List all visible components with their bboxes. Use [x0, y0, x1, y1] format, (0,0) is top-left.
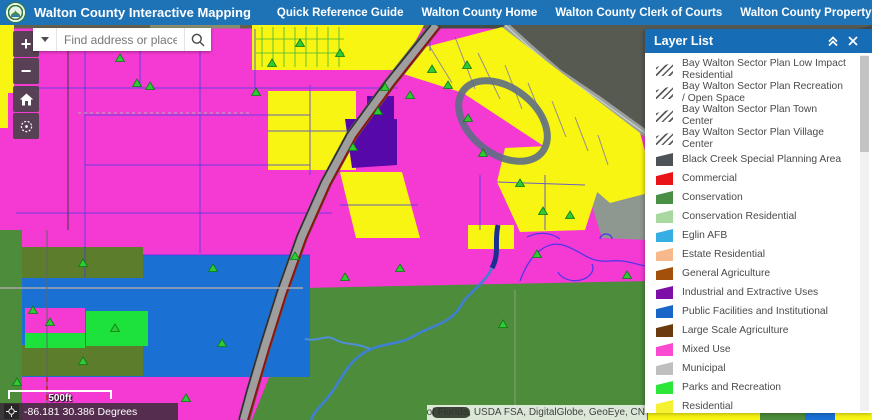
layer-list-item-label: Eglin AFB: [682, 230, 727, 242]
color-swatch-icon: [656, 400, 673, 413]
layer-list-item: Industrial and Extractive Uses: [656, 283, 848, 302]
color-swatch-icon: [656, 248, 673, 261]
search-submit-button[interactable]: [184, 28, 211, 51]
attribution-bar: State of Florida, USDA FSA, DigitalGlobe…: [427, 405, 647, 420]
layer-list-item-label: Public Facilities and Institutional: [682, 306, 828, 318]
hatch-swatch-icon: [656, 132, 673, 145]
color-swatch-icon: [656, 229, 673, 242]
layer-list-item-label: Bay Walton Sector Plan Village Center: [682, 127, 848, 150]
close-icon: [848, 36, 858, 46]
scale-bar: 500ft: [8, 390, 112, 399]
seal-icon: [8, 5, 23, 20]
color-swatch-icon: [656, 305, 673, 318]
layer-list-item: Commercial: [656, 169, 848, 188]
dropdown-caret-icon: [41, 37, 49, 42]
layer-list-item-label: Black Creek Special Planning Area: [682, 154, 841, 166]
layer-list-header: Layer List: [645, 29, 872, 53]
collapse-double-chevron-icon: [827, 36, 839, 47]
scrollbar-thumb[interactable]: [860, 56, 869, 152]
close-panel-button[interactable]: [843, 36, 863, 46]
app-header: Walton County Interactive Mapping Quick …: [0, 0, 872, 25]
layer-list-item: Bay Walton Sector Plan Low Impact Reside…: [656, 58, 848, 81]
layer-list-item-label: Residential: [682, 401, 733, 413]
layer-list-item-label: Bay Walton Sector Plan Low Impact Reside…: [682, 58, 848, 81]
layer-list-item-label: Mixed Use: [682, 344, 731, 356]
header-link-1[interactable]: Walton County Home: [421, 7, 537, 19]
color-swatch-icon: [656, 324, 673, 337]
magnifier-icon: [190, 32, 206, 48]
search-input[interactable]: [57, 28, 184, 51]
layer-list-item: Bay Walton Sector Plan Recreation / Open…: [656, 81, 848, 104]
layer-list-item-label: Conservation Residential: [682, 211, 796, 223]
search-source-dropdown[interactable]: [33, 28, 57, 51]
layer-list-item: Large Scale Agriculture: [656, 321, 848, 340]
layer-list-title: Layer List: [654, 34, 713, 48]
header-link-2[interactable]: Walton County Clerk of Courts: [555, 7, 722, 19]
header-link-0[interactable]: Quick Reference Guide: [277, 7, 404, 19]
layer-list: Bay Walton Sector Plan Low Impact Reside…: [645, 53, 872, 413]
zoom-out-button[interactable]: −: [13, 58, 39, 84]
attribution-badge: [432, 407, 470, 418]
layer-list-item: Public Facilities and Institutional: [656, 302, 848, 321]
search-box: [33, 28, 211, 51]
layer-list-item: Municipal: [656, 359, 848, 378]
layer-list-item-label: Bay Walton Sector Plan Recreation / Open…: [682, 81, 848, 104]
layer-list-item-label: Large Scale Agriculture: [682, 325, 788, 337]
color-swatch-icon: [656, 267, 673, 280]
layer-list-panel: Layer List Bay Walton Sector Plan Low Im…: [645, 29, 872, 413]
hatch-swatch-icon: [656, 86, 673, 99]
color-swatch-icon: [656, 286, 673, 299]
layer-list-item-label: Estate Residential: [682, 249, 765, 261]
hatch-swatch-icon: [656, 109, 673, 122]
coordinates-readout: -86.181 30.386 Degrees: [24, 406, 137, 418]
layer-list-item: Bay Walton Sector Plan Town Center: [656, 104, 848, 127]
walton-county-seal-logo: [5, 2, 26, 23]
home-icon: [19, 92, 34, 107]
layer-list-item: Black Creek Special Planning Area: [656, 150, 848, 169]
layer-list-item: Estate Residential: [656, 245, 848, 264]
layer-list-item: Mixed Use: [656, 340, 848, 359]
layer-list-item: Eglin AFB: [656, 226, 848, 245]
layer-list-item-label: Parks and Recreation: [682, 382, 781, 394]
layer-list-item: General Agriculture: [656, 264, 848, 283]
crosshair-icon[interactable]: [4, 404, 19, 419]
color-swatch-icon: [656, 153, 673, 166]
layer-list-item-label: Industrial and Extractive Uses: [682, 287, 818, 299]
layer-list-item: Conservation Residential: [656, 207, 848, 226]
locate-icon: [18, 118, 35, 135]
color-swatch-icon: [656, 362, 673, 375]
locate-button[interactable]: [13, 113, 39, 139]
page-title: Walton County Interactive Mapping: [34, 5, 251, 20]
layer-list-item-label: Conservation: [682, 192, 743, 204]
home-button[interactable]: [13, 86, 39, 112]
header-nav: Quick Reference Guide Walton County Home W…: [277, 7, 872, 19]
layer-list-item-label: Commercial: [682, 173, 737, 185]
color-swatch-icon: [656, 172, 673, 185]
layer-list-item-label: Bay Walton Sector Plan Town Center: [682, 104, 848, 127]
color-swatch-icon: [656, 191, 673, 204]
layer-list-item-label: General Agriculture: [682, 268, 770, 280]
layer-list-item: Conservation: [656, 188, 848, 207]
header-link-3[interactable]: Walton County Property Appraiser: [740, 7, 872, 19]
layer-list-item-label: Municipal: [682, 363, 726, 375]
layer-list-item: Residential: [656, 397, 848, 413]
collapse-panel-button[interactable]: [823, 36, 843, 47]
walton-county-mapping-app: Walton County Interactive Mapping Quick …: [0, 0, 872, 420]
color-swatch-icon: [656, 381, 673, 394]
layer-list-item: Parks and Recreation: [656, 378, 848, 397]
hatch-swatch-icon: [656, 63, 673, 76]
coordinates-bar: -86.181 30.386 Degrees: [0, 403, 178, 420]
layer-list-item: Bay Walton Sector Plan Village Center: [656, 127, 848, 150]
color-swatch-icon: [656, 343, 673, 356]
color-swatch-icon: [656, 210, 673, 223]
